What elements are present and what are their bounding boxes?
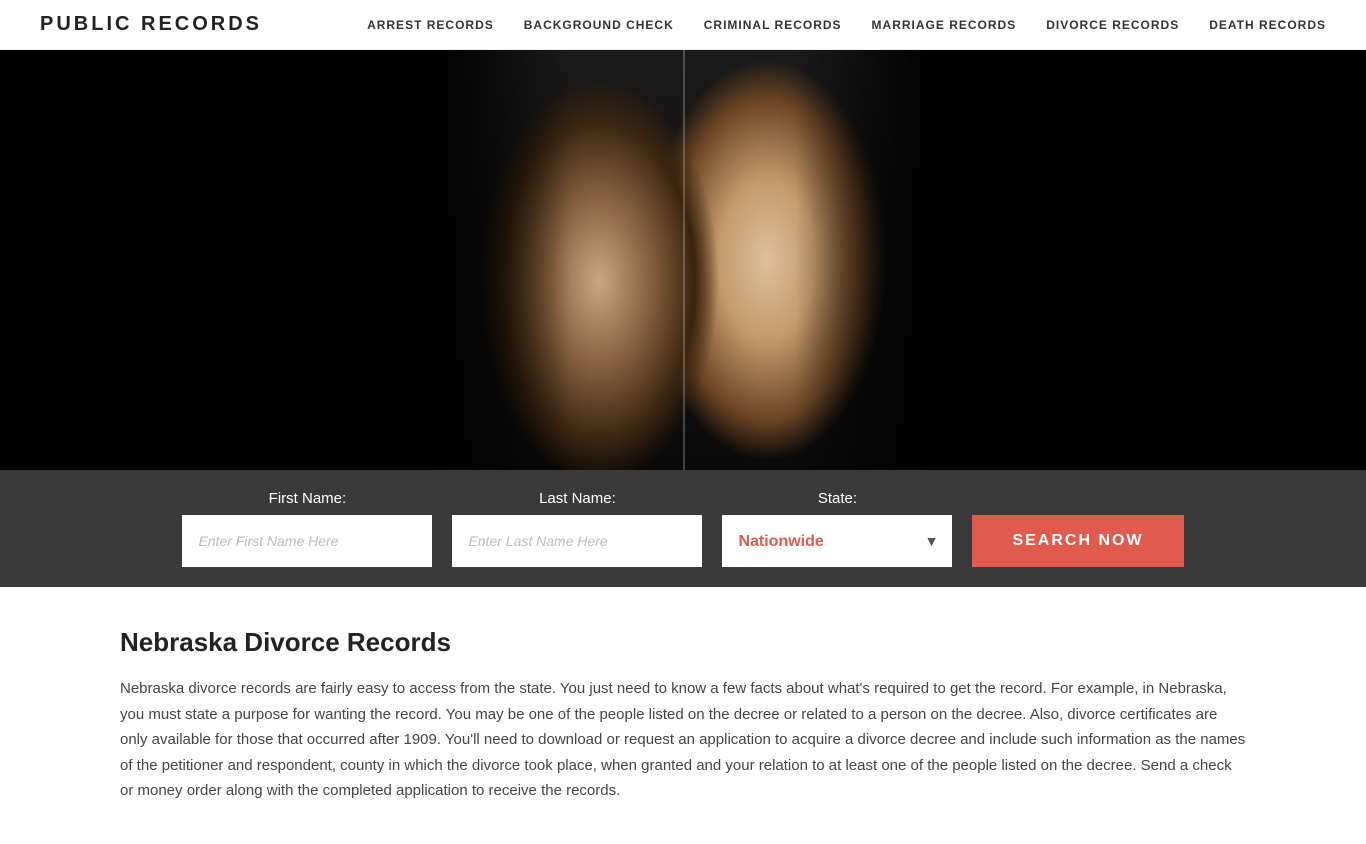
state-select[interactable]: NationwideAlabamaAlaskaArizonaArkansasCa… xyxy=(722,515,952,567)
search-section: First Name: Last Name: State: Nationwide… xyxy=(0,470,1366,587)
state-field: State: NationwideAlabamaAlaskaArizonaArk… xyxy=(722,490,952,567)
content-section: Nebraska Divorce Records Nebraska divorc… xyxy=(0,587,1366,844)
site-logo[interactable]: PUBLIC RECORDS xyxy=(40,13,262,36)
state-select-wrapper: NationwideAlabamaAlaskaArizonaArkansasCa… xyxy=(722,515,952,567)
first-name-label: First Name: xyxy=(182,490,432,507)
first-name-field: First Name: xyxy=(182,490,432,567)
nav-arrest-records[interactable]: ARREST RECORDS xyxy=(367,18,494,32)
last-name-field: Last Name: xyxy=(452,490,702,567)
last-name-label: Last Name: xyxy=(452,490,702,507)
nav-criminal-records[interactable]: CRIMINAL RECORDS xyxy=(704,18,842,32)
content-paragraph: Nebraska divorce records are fairly easy… xyxy=(120,676,1246,804)
first-name-input[interactable] xyxy=(182,515,432,567)
search-now-button[interactable]: SEARCH NOW xyxy=(972,515,1183,567)
content-heading: Nebraska Divorce Records xyxy=(120,627,1246,658)
nav-marriage-records[interactable]: MARRIAGE RECORDS xyxy=(872,18,1017,32)
state-label: State: xyxy=(722,490,952,507)
nav-background-check[interactable]: BACKGROUND CHECK xyxy=(524,18,674,32)
main-nav: ARREST RECORDS BACKGROUND CHECK CRIMINAL… xyxy=(367,18,1326,32)
nav-divorce-records[interactable]: DIVORCE RECORDS xyxy=(1046,18,1179,32)
hero-section xyxy=(0,50,1366,470)
nav-death-records[interactable]: DEATH RECORDS xyxy=(1209,18,1326,32)
site-header: PUBLIC RECORDS ARREST RECORDS BACKGROUND… xyxy=(0,0,1366,50)
hero-overlay xyxy=(403,50,963,470)
last-name-input[interactable] xyxy=(452,515,702,567)
